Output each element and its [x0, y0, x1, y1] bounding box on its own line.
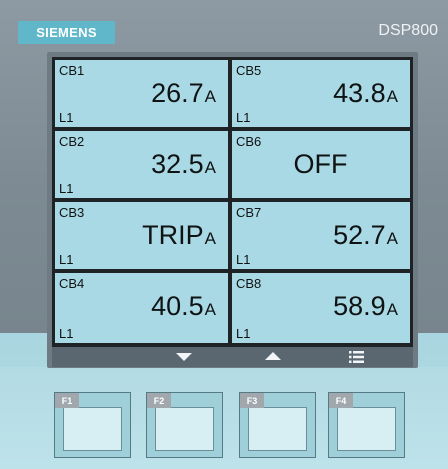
dsp800-device: SIEMENS DSP800 CB1 26.7A L1 CB2 32.5A L1…	[0, 0, 448, 469]
breaker-cell-cb4: CB4 40.5A L1	[55, 273, 228, 343]
breaker-reading: 32.5A	[151, 149, 216, 179]
siemens-logo: SIEMENS	[18, 21, 115, 44]
key-label: F4	[329, 393, 353, 408]
model-label: DSP800	[378, 22, 438, 39]
breaker-cell-cb8: CB8 58.9A L1	[232, 273, 410, 343]
function-key-f3[interactable]: F3	[239, 392, 316, 458]
breaker-cell-cb3: CB3 TRIPA L1	[55, 202, 228, 269]
breaker-cell-cb7: CB7 52.7A L1	[232, 202, 410, 269]
breaker-name: CB1	[59, 63, 85, 78]
key-label: F1	[55, 393, 79, 408]
key-face	[248, 407, 307, 451]
key-face	[63, 407, 122, 451]
breaker-name: CB6	[236, 134, 262, 149]
function-key-f4[interactable]: F4	[328, 392, 405, 458]
key-label: F3	[240, 393, 264, 408]
breaker-reading: OFF	[293, 149, 348, 179]
breaker-name: CB7	[236, 205, 262, 220]
breaker-reading: 58.9A	[333, 291, 398, 321]
breaker-name: CB5	[236, 63, 262, 78]
menu-list-icon[interactable]	[349, 351, 364, 363]
breaker-reading: 26.7A	[151, 78, 216, 108]
breaker-phase: L1	[236, 326, 251, 341]
function-key-f2[interactable]: F2	[146, 392, 223, 458]
breaker-cell-cb1: CB1 26.7A L1	[55, 60, 228, 127]
breaker-reading: 40.5A	[151, 291, 216, 321]
arrow-down-icon[interactable]	[176, 353, 192, 361]
breaker-cell-cb2: CB2 32.5A L1	[55, 131, 228, 198]
breaker-name: CB2	[59, 134, 85, 149]
breaker-phase: L1	[59, 252, 74, 267]
breaker-reading: 43.8A	[333, 78, 398, 108]
breaker-phase: L1	[236, 252, 251, 267]
breaker-reading: 52.7A	[333, 220, 398, 250]
breaker-phase: L1	[59, 110, 74, 125]
function-key-f1[interactable]: F1	[54, 392, 131, 458]
breaker-name: CB3	[59, 205, 85, 220]
breaker-name: CB4	[59, 276, 85, 291]
breaker-cell-cb6: CB6 OFF	[232, 131, 410, 198]
key-label: F2	[147, 393, 171, 408]
lcd-display: CB1 26.7A L1 CB2 32.5A L1 CB3 TRIPA L1 C…	[52, 57, 413, 347]
arrow-up-icon[interactable]	[265, 352, 281, 360]
brand-text: SIEMENS	[36, 25, 97, 40]
breaker-name: CB8	[236, 276, 262, 291]
breaker-phase: L1	[236, 110, 251, 125]
key-face	[155, 407, 214, 451]
breaker-reading: TRIPA	[142, 220, 216, 250]
breaker-phase: L1	[59, 181, 74, 196]
breaker-phase: L1	[59, 326, 74, 341]
key-face	[337, 407, 396, 451]
breaker-cell-cb5: CB5 43.8A L1	[232, 60, 410, 127]
